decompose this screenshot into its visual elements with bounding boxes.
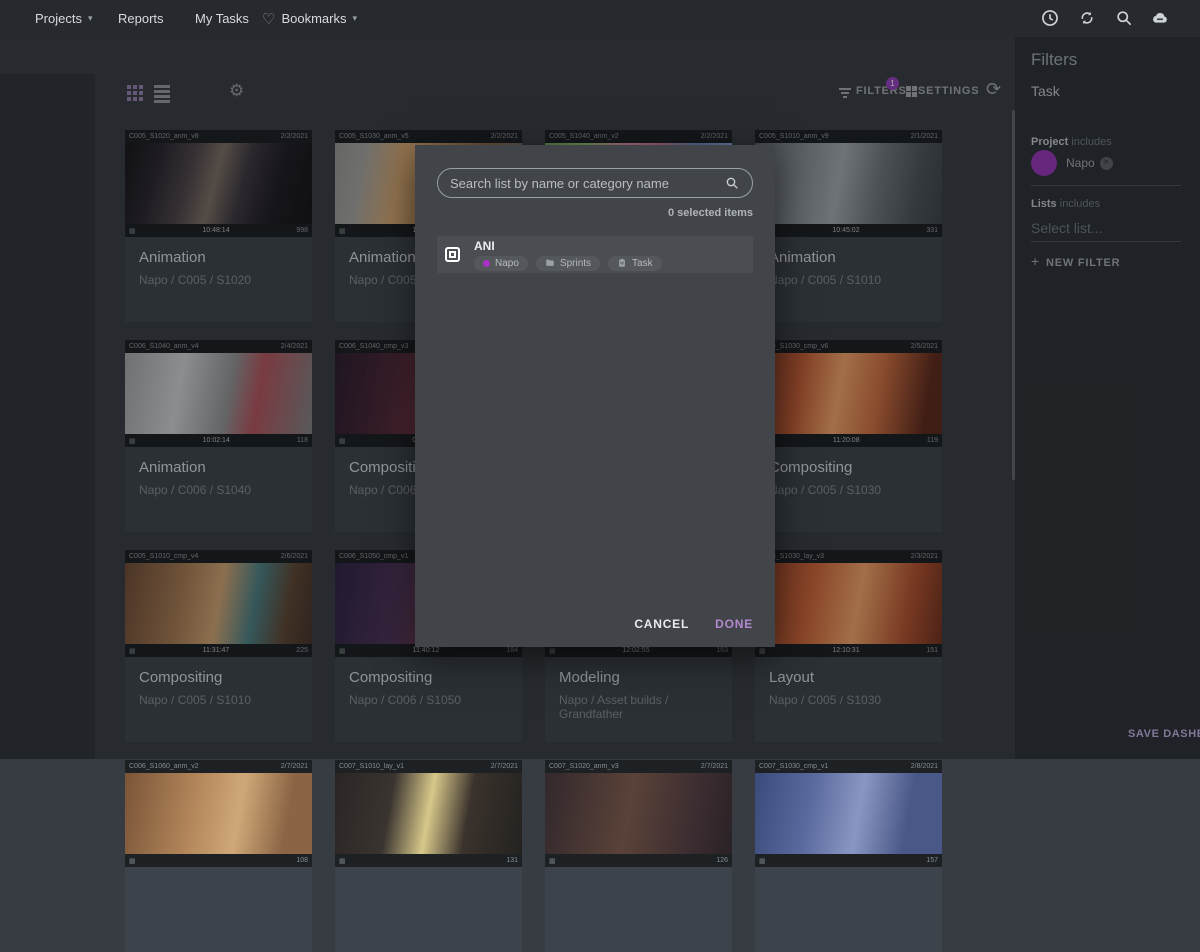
nav-reports[interactable]: Reports xyxy=(118,0,164,37)
film-icon: ▦ xyxy=(129,857,136,865)
list-item-body: ANI Napo Sprints xyxy=(474,239,662,271)
task-card[interactable]: C007_S1030_cmp_v1 2/8/2021 ▦ 157 xyxy=(755,760,942,952)
chevron-down-icon: ▾ xyxy=(352,13,357,24)
tag-category: Sprints xyxy=(536,256,600,271)
thumbnail-header: C007_S1010_lay_v1 2/7/2021 xyxy=(335,760,522,773)
thumbnail-image xyxy=(545,773,732,854)
thumbnail-filename: C007_S1020_anm_v3 xyxy=(549,763,697,770)
selected-items-count: 0 selected items xyxy=(668,207,753,219)
thumbnail-filename: C006_S1060_anm_v2 xyxy=(129,763,277,770)
thumbnail-footer: ▦ 157 xyxy=(755,854,942,867)
thumbnail-date: 2/7/2021 xyxy=(281,763,308,770)
list-search-field xyxy=(437,168,753,198)
card-info xyxy=(125,867,312,898)
thumbnail-header: C007_S1020_anm_v3 2/7/2021 xyxy=(545,760,732,773)
task-card[interactable]: C007_S1010_lay_v1 2/7/2021 ▦ 131 xyxy=(335,760,522,952)
nav-projects-label: Projects xyxy=(35,11,82,26)
done-button[interactable]: DONE xyxy=(715,617,753,631)
task-card[interactable]: C006_S1060_anm_v2 2/7/2021 ▦ 108 xyxy=(125,760,312,952)
cancel-button[interactable]: CANCEL xyxy=(634,617,689,631)
thumbnail-footer: ▦ 108 xyxy=(125,854,312,867)
thumbnail-header: C006_S1060_anm_v2 2/7/2021 xyxy=(125,760,312,773)
sync-icon[interactable] xyxy=(1077,8,1097,28)
thumbnail-image xyxy=(125,773,312,854)
top-nav-bar: Projects ▾ Reports My Tasks ♡ Bookmarks … xyxy=(0,0,1200,37)
thumbnail-image xyxy=(335,773,522,854)
nav-bookmarks-label: Bookmarks xyxy=(281,11,346,26)
thumbnail-filename: C007_S1030_cmp_v1 xyxy=(759,763,907,770)
thumbnail-header: C007_S1030_cmp_v1 2/8/2021 xyxy=(755,760,942,773)
list-item-name: ANI xyxy=(474,239,662,253)
thumbnail-version: 131 xyxy=(506,857,518,864)
thumbnail[interactable]: C007_S1030_cmp_v1 2/8/2021 ▦ 157 xyxy=(755,760,942,867)
nav-projects[interactable]: Projects ▾ xyxy=(35,0,93,37)
thumbnail-date: 2/7/2021 xyxy=(491,763,518,770)
list-item-ani[interactable]: ANI Napo Sprints xyxy=(437,236,753,273)
thumbnail-date: 2/8/2021 xyxy=(911,763,938,770)
thumbnail-version: 126 xyxy=(716,857,728,864)
film-icon: ▦ xyxy=(339,857,346,865)
film-icon: ▦ xyxy=(549,857,556,865)
nav-my-tasks-label: My Tasks xyxy=(195,11,249,26)
thumbnail-date: 2/7/2021 xyxy=(701,763,728,770)
modal-footer: CANCEL DONE xyxy=(634,617,753,631)
thumbnail-footer: ▦ 126 xyxy=(545,854,732,867)
task-icon xyxy=(617,258,627,268)
thumbnail[interactable]: C007_S1010_lay_v1 2/7/2021 ▦ 131 xyxy=(335,760,522,867)
project-dot-icon xyxy=(483,260,490,267)
history-icon[interactable] xyxy=(1040,8,1060,28)
thumbnail-filename: C007_S1010_lay_v1 xyxy=(339,763,487,770)
nav-reports-label: Reports xyxy=(118,11,164,26)
nav-bookmarks[interactable]: ♡ Bookmarks ▾ xyxy=(262,0,357,37)
tag-project: Napo xyxy=(474,256,528,271)
search-icon xyxy=(724,175,740,191)
card-info xyxy=(755,867,942,898)
cloud-icon[interactable] xyxy=(1150,8,1170,28)
nav-my-tasks[interactable]: My Tasks xyxy=(195,0,249,37)
film-icon: ▦ xyxy=(759,857,766,865)
thumbnail-version: 108 xyxy=(296,857,308,864)
task-card[interactable]: C007_S1020_anm_v3 2/7/2021 ▦ 126 xyxy=(545,760,732,952)
folder-icon xyxy=(545,258,555,268)
thumbnail-footer: ▦ 131 xyxy=(335,854,522,867)
select-list-dialog: 0 selected items ANI Napo Sprints xyxy=(415,145,775,647)
checkbox[interactable] xyxy=(445,247,460,262)
tag-type: Task xyxy=(608,256,662,271)
search-icon[interactable] xyxy=(1114,8,1134,28)
thumbnail-version: 157 xyxy=(926,857,938,864)
thumbnail[interactable]: C007_S1020_anm_v3 2/7/2021 ▦ 126 xyxy=(545,760,732,867)
card-info xyxy=(335,867,522,898)
thumbnail-image xyxy=(755,773,942,854)
list-search-input[interactable] xyxy=(450,176,724,191)
heart-icon: ♡ xyxy=(262,10,275,28)
thumbnail[interactable]: C006_S1060_anm_v2 2/7/2021 ▦ 108 xyxy=(125,760,312,867)
card-info xyxy=(545,867,732,898)
list-item-tags: Napo Sprints Task xyxy=(474,256,662,271)
chevron-down-icon: ▾ xyxy=(88,13,93,24)
